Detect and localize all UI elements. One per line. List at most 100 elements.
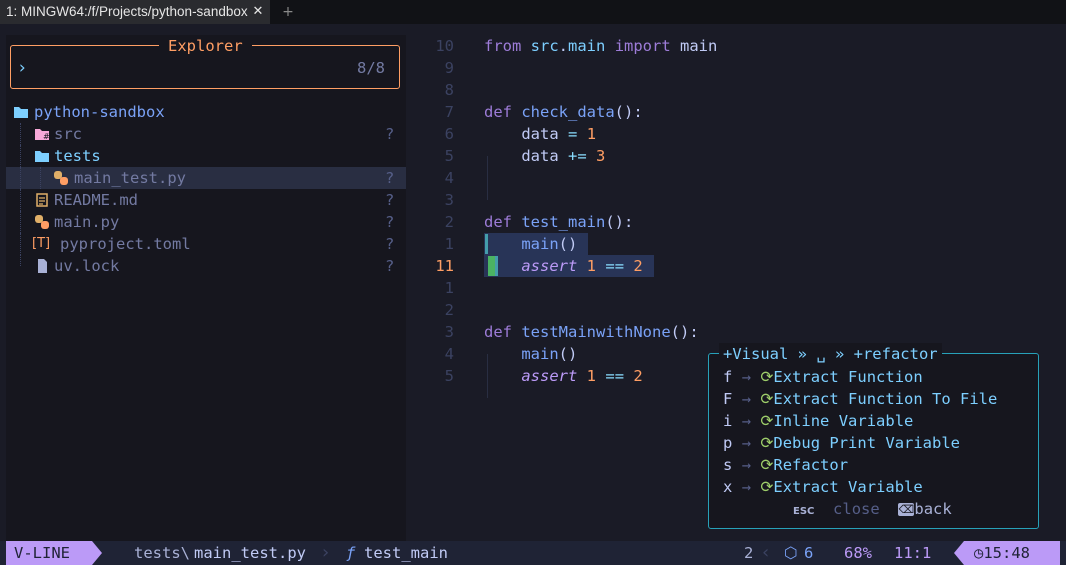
whichkey-item[interactable]: x → ⟳Extract Variable xyxy=(723,476,923,498)
tree-item-pyproject[interactable]: [T] pyproject.toml ? xyxy=(6,233,406,255)
whichkey-item[interactable]: p → ⟳Debug Print Variable xyxy=(723,432,960,454)
explorer-title: Explorer xyxy=(159,36,252,56)
code-token: main xyxy=(521,235,559,253)
code-token: 3 xyxy=(596,147,606,165)
python-icon xyxy=(52,167,70,189)
terminal-tab[interactable]: 1: MINGW64:/f/Projects/python-sandbox xyxy=(0,0,270,24)
status-line: V-LINE tests\ main_test.py › ƒ test_main… xyxy=(0,541,1066,565)
refresh-icon: ⟳ xyxy=(760,412,774,430)
lsp-count: 6 xyxy=(804,544,814,562)
line-number: 3 xyxy=(444,323,454,341)
file-name[interactable]: main_test.py xyxy=(194,541,306,565)
code-line[interactable]: 11 assert 1 == 2 xyxy=(410,255,1054,277)
tree-item-label: python-sandbox xyxy=(34,103,165,121)
keymap-label: Extract Function To File xyxy=(773,390,998,408)
tree-item-tests[interactable]: tests xyxy=(6,145,406,167)
function-name[interactable]: test_main xyxy=(364,541,448,565)
selection-count: 2 xyxy=(744,544,754,562)
code-line[interactable]: 6 data = 1 xyxy=(410,123,1054,145)
arrow-right-icon: → xyxy=(741,412,752,430)
tree-item-uvlock[interactable]: uv.lock ? xyxy=(6,255,406,277)
code-text: main() xyxy=(484,343,577,365)
code-token: == xyxy=(605,367,625,385)
code-token: 1 xyxy=(586,125,597,143)
arrow-right-icon: → xyxy=(741,478,752,496)
terminal-tab-bar: 1: MINGW64:/f/Projects/python-sandbox ✕ … xyxy=(0,0,1066,24)
arrow-right-icon: → xyxy=(741,434,752,452)
code-line[interactable]: 10 from src.main import main xyxy=(410,35,1054,57)
line-number: 5 xyxy=(444,367,454,385)
line-number: 2 xyxy=(444,301,454,319)
close-hint[interactable]: close xyxy=(833,500,880,518)
tree-item-label: main.py xyxy=(54,213,120,231)
code-line[interactable]: 2 xyxy=(410,299,1054,321)
code-text: def test_main(): xyxy=(484,211,633,233)
keymap-label: Extract Function xyxy=(773,368,923,386)
tree-item-src[interactable]: # src ? xyxy=(6,123,406,145)
whichkey-title: +Visual » ␣ » +refactor xyxy=(719,343,942,365)
code-text: def check_data(): xyxy=(484,101,643,123)
code-line[interactable]: 2 def test_main(): xyxy=(410,211,1054,233)
code-line[interactable]: 5 data += 3 xyxy=(410,145,1054,167)
keymap-label: Inline Variable xyxy=(773,412,914,430)
new-tab-icon[interactable]: + xyxy=(280,0,296,24)
keymap-key: p xyxy=(723,434,733,452)
mode-indicator: V-LINE xyxy=(6,541,92,565)
tree-item-label: pyproject.toml xyxy=(60,235,191,253)
folder-src-icon: # xyxy=(33,123,51,145)
code-token: from xyxy=(484,37,522,55)
line-number: 4 xyxy=(444,169,454,187)
tree-item-main-test[interactable]: main_test.py ? xyxy=(6,167,406,189)
code-token: testMainwithNone xyxy=(521,323,671,341)
arrow-right-icon: → xyxy=(741,368,752,386)
code-token: (): xyxy=(670,323,699,341)
line-number: 6 xyxy=(444,125,454,143)
refresh-icon: ⟳ xyxy=(760,456,774,474)
tree-item-readme[interactable]: README.md ? xyxy=(6,189,406,211)
code-line[interactable]: 7 def check_data(): xyxy=(410,101,1054,123)
whichkey-item[interactable]: s → ⟳Refactor xyxy=(723,454,848,476)
code-token: def xyxy=(484,323,512,341)
code-line[interactable]: 3 xyxy=(410,189,1054,211)
file-tree: python-sandbox # src ? tests main_test.p… xyxy=(6,101,406,277)
code-line[interactable]: 1 xyxy=(410,277,1054,299)
folder-open-icon xyxy=(33,145,51,167)
code-text: data += 3 xyxy=(484,145,605,167)
code-token: def xyxy=(484,213,512,231)
tree-item-root[interactable]: python-sandbox xyxy=(6,101,406,123)
code-token: == xyxy=(605,257,625,275)
code-line[interactable]: 1 main() xyxy=(410,233,1054,255)
tree-item-main[interactable]: main.py ? xyxy=(6,211,406,233)
keymap-label: Extract Variable xyxy=(773,478,923,496)
code-line[interactable]: 8 xyxy=(410,79,1054,101)
line-number: 5 xyxy=(444,147,454,165)
close-icon[interactable]: ✕ xyxy=(250,0,266,24)
code-token: main xyxy=(521,345,559,363)
explorer-filter-box[interactable]: Explorer › 8/8 xyxy=(10,36,400,89)
code-token: main xyxy=(568,37,606,55)
whichkey-item[interactable]: i → ⟳Inline Variable xyxy=(723,410,913,432)
code-line[interactable]: 9 xyxy=(410,57,1054,79)
code-token: def xyxy=(484,103,512,121)
code-text: from src.main import main xyxy=(484,35,717,57)
breadcrumb-separator: › xyxy=(322,542,330,563)
code-line[interactable]: 3 def testMainwithNone(): xyxy=(410,321,1054,343)
line-number: 3 xyxy=(444,191,454,209)
code-line[interactable]: 4 xyxy=(410,167,1054,189)
whichkey-item[interactable]: F → ⟳Extract Function To File xyxy=(723,388,997,410)
back-hint[interactable]: back xyxy=(914,500,951,518)
folder-open-icon xyxy=(12,101,30,123)
tree-item-label: tests xyxy=(54,147,101,165)
keymap-key: f xyxy=(723,368,733,386)
refresh-icon: ⟳ xyxy=(760,434,774,452)
git-status: ? xyxy=(385,125,395,143)
code-token: data xyxy=(484,147,568,165)
code-token: main xyxy=(670,37,718,55)
whichkey-item[interactable]: f → ⟳Extract Function xyxy=(723,366,923,388)
